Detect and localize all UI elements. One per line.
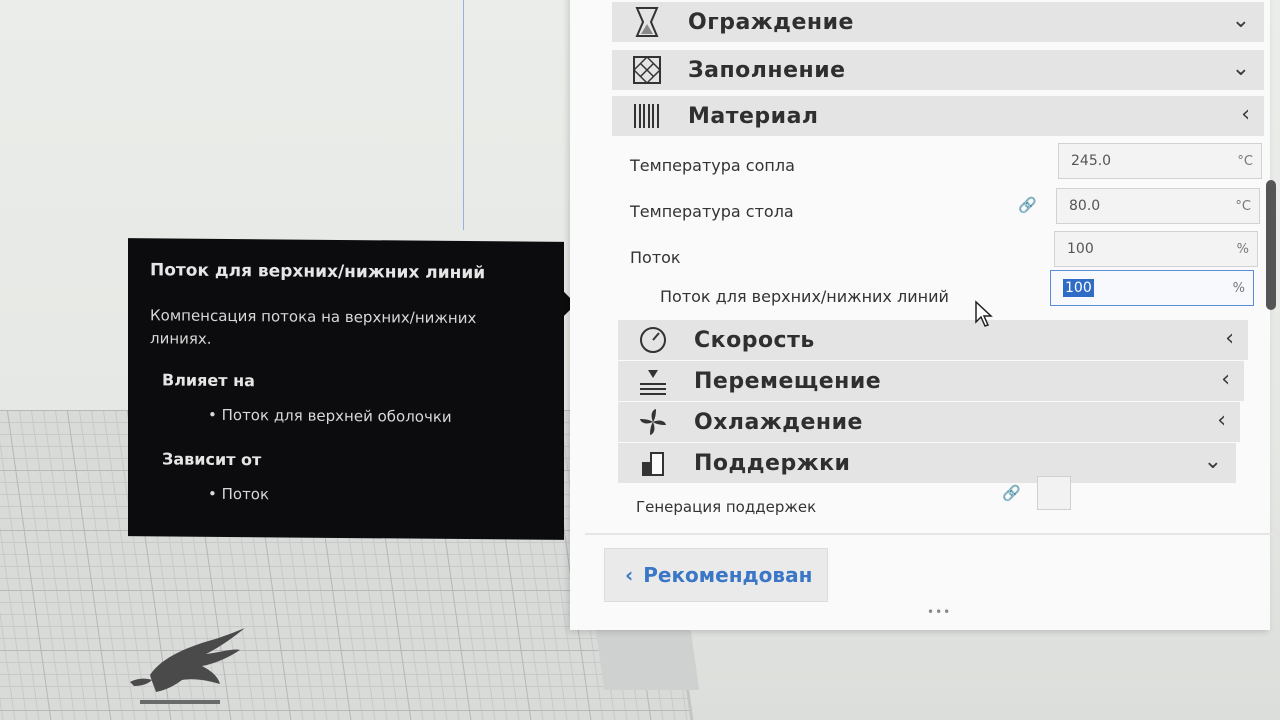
build-volume-edge — [463, 0, 464, 230]
section-speed[interactable]: Скорость ‹ — [618, 320, 1248, 360]
flow-label: Поток — [630, 248, 681, 267]
section-label: Поддержки — [694, 450, 851, 476]
chevron-left-icon: ‹ — [625, 563, 634, 587]
material-icon — [626, 100, 668, 132]
generate-support-label: Генерация поддержек — [636, 498, 817, 516]
section-label: Заполнение — [688, 57, 846, 83]
section-material[interactable]: Материал ‹ — [612, 96, 1264, 136]
section-support[interactable]: Поддержки ⌄ — [618, 443, 1236, 483]
chevron-left-icon: ‹ — [1241, 102, 1250, 127]
unit-label: % — [1232, 280, 1245, 296]
flow-input[interactable]: 100 % — [1054, 231, 1258, 267]
recommended-button-label: Рекомендован — [643, 563, 813, 587]
tooltip-affects-heading: Влияет на — [162, 370, 255, 391]
top-bottom-flow-value: 100 — [1063, 279, 1094, 297]
mouse-cursor-icon — [975, 300, 993, 327]
section-cooling[interactable]: Охлаждение ‹ — [618, 402, 1240, 442]
unit-label: % — [1236, 241, 1249, 257]
tooltip-depends-item: • Поток — [208, 484, 270, 504]
printer-logo — [130, 628, 245, 704]
resize-handle[interactable]: ••• — [927, 605, 951, 619]
setting-tooltip: Поток для верхних/нижних линий Компенсац… — [128, 238, 564, 540]
link-icon[interactable]: 🔗 — [1018, 196, 1037, 214]
section-infill[interactable]: Заполнение ⌄ — [612, 50, 1264, 90]
tooltip-depends-heading: Зависит от — [162, 449, 262, 470]
section-label: Ограждение — [688, 9, 854, 35]
link-icon[interactable]: 🔗 — [1002, 484, 1021, 502]
bed-temp-value: 80.0 — [1069, 198, 1101, 214]
fan-icon — [632, 406, 674, 438]
support-icon — [632, 447, 674, 479]
chevron-down-icon: ⌄ — [1203, 449, 1222, 474]
unit-label: °C — [1237, 153, 1253, 169]
recommended-mode-button[interactable]: ‹ Рекомендован — [604, 548, 828, 602]
generate-support-checkbox[interactable] — [1037, 476, 1071, 510]
tooltip-title: Поток для верхних/нижних линий — [150, 260, 486, 284]
section-label: Материал — [688, 103, 819, 129]
top-bottom-flow-label: Поток для верхних/нижних линий — [660, 287, 949, 306]
nozzle-temp-value: 245.0 — [1071, 153, 1112, 169]
nozzle-temp-label: Температура сопла — [630, 156, 795, 175]
panel-divider — [585, 533, 1275, 535]
flow-value: 100 — [1067, 241, 1094, 257]
chevron-left-icon: ‹ — [1225, 326, 1234, 351]
infill-icon — [626, 54, 668, 86]
top-bottom-flow-input[interactable]: 100 % — [1050, 270, 1254, 306]
chevron-down-icon: ⌄ — [1231, 8, 1250, 33]
chevron-left-icon: ‹ — [1221, 367, 1230, 392]
settings-scrollbar[interactable] — [1266, 180, 1276, 310]
section-travel[interactable]: Перемещение ‹ — [618, 361, 1244, 401]
shell-icon — [626, 6, 668, 38]
tooltip-description: Компенсация потока на верхних/нижних лин… — [150, 306, 477, 348]
section-label: Перемещение — [694, 368, 882, 394]
speed-icon — [632, 324, 674, 356]
chevron-down-icon: ⌄ — [1231, 56, 1250, 81]
section-label: Охлаждение — [694, 409, 863, 435]
nozzle-temp-input[interactable]: 245.0 °C — [1058, 143, 1262, 179]
section-label: Скорость — [694, 327, 815, 353]
build-plate-edge — [595, 630, 700, 690]
travel-icon — [632, 365, 674, 397]
print-settings-panel — [570, 0, 1270, 630]
tooltip-affects-item: • Поток для верхней оболочки — [208, 405, 452, 426]
chevron-left-icon: ‹ — [1217, 408, 1226, 433]
bed-temp-label: Температура стола — [630, 202, 794, 221]
section-shell[interactable]: Ограждение ⌄ — [612, 2, 1264, 42]
unit-label: °C — [1235, 198, 1251, 214]
bed-temp-input[interactable]: 80.0 °C — [1056, 188, 1260, 224]
